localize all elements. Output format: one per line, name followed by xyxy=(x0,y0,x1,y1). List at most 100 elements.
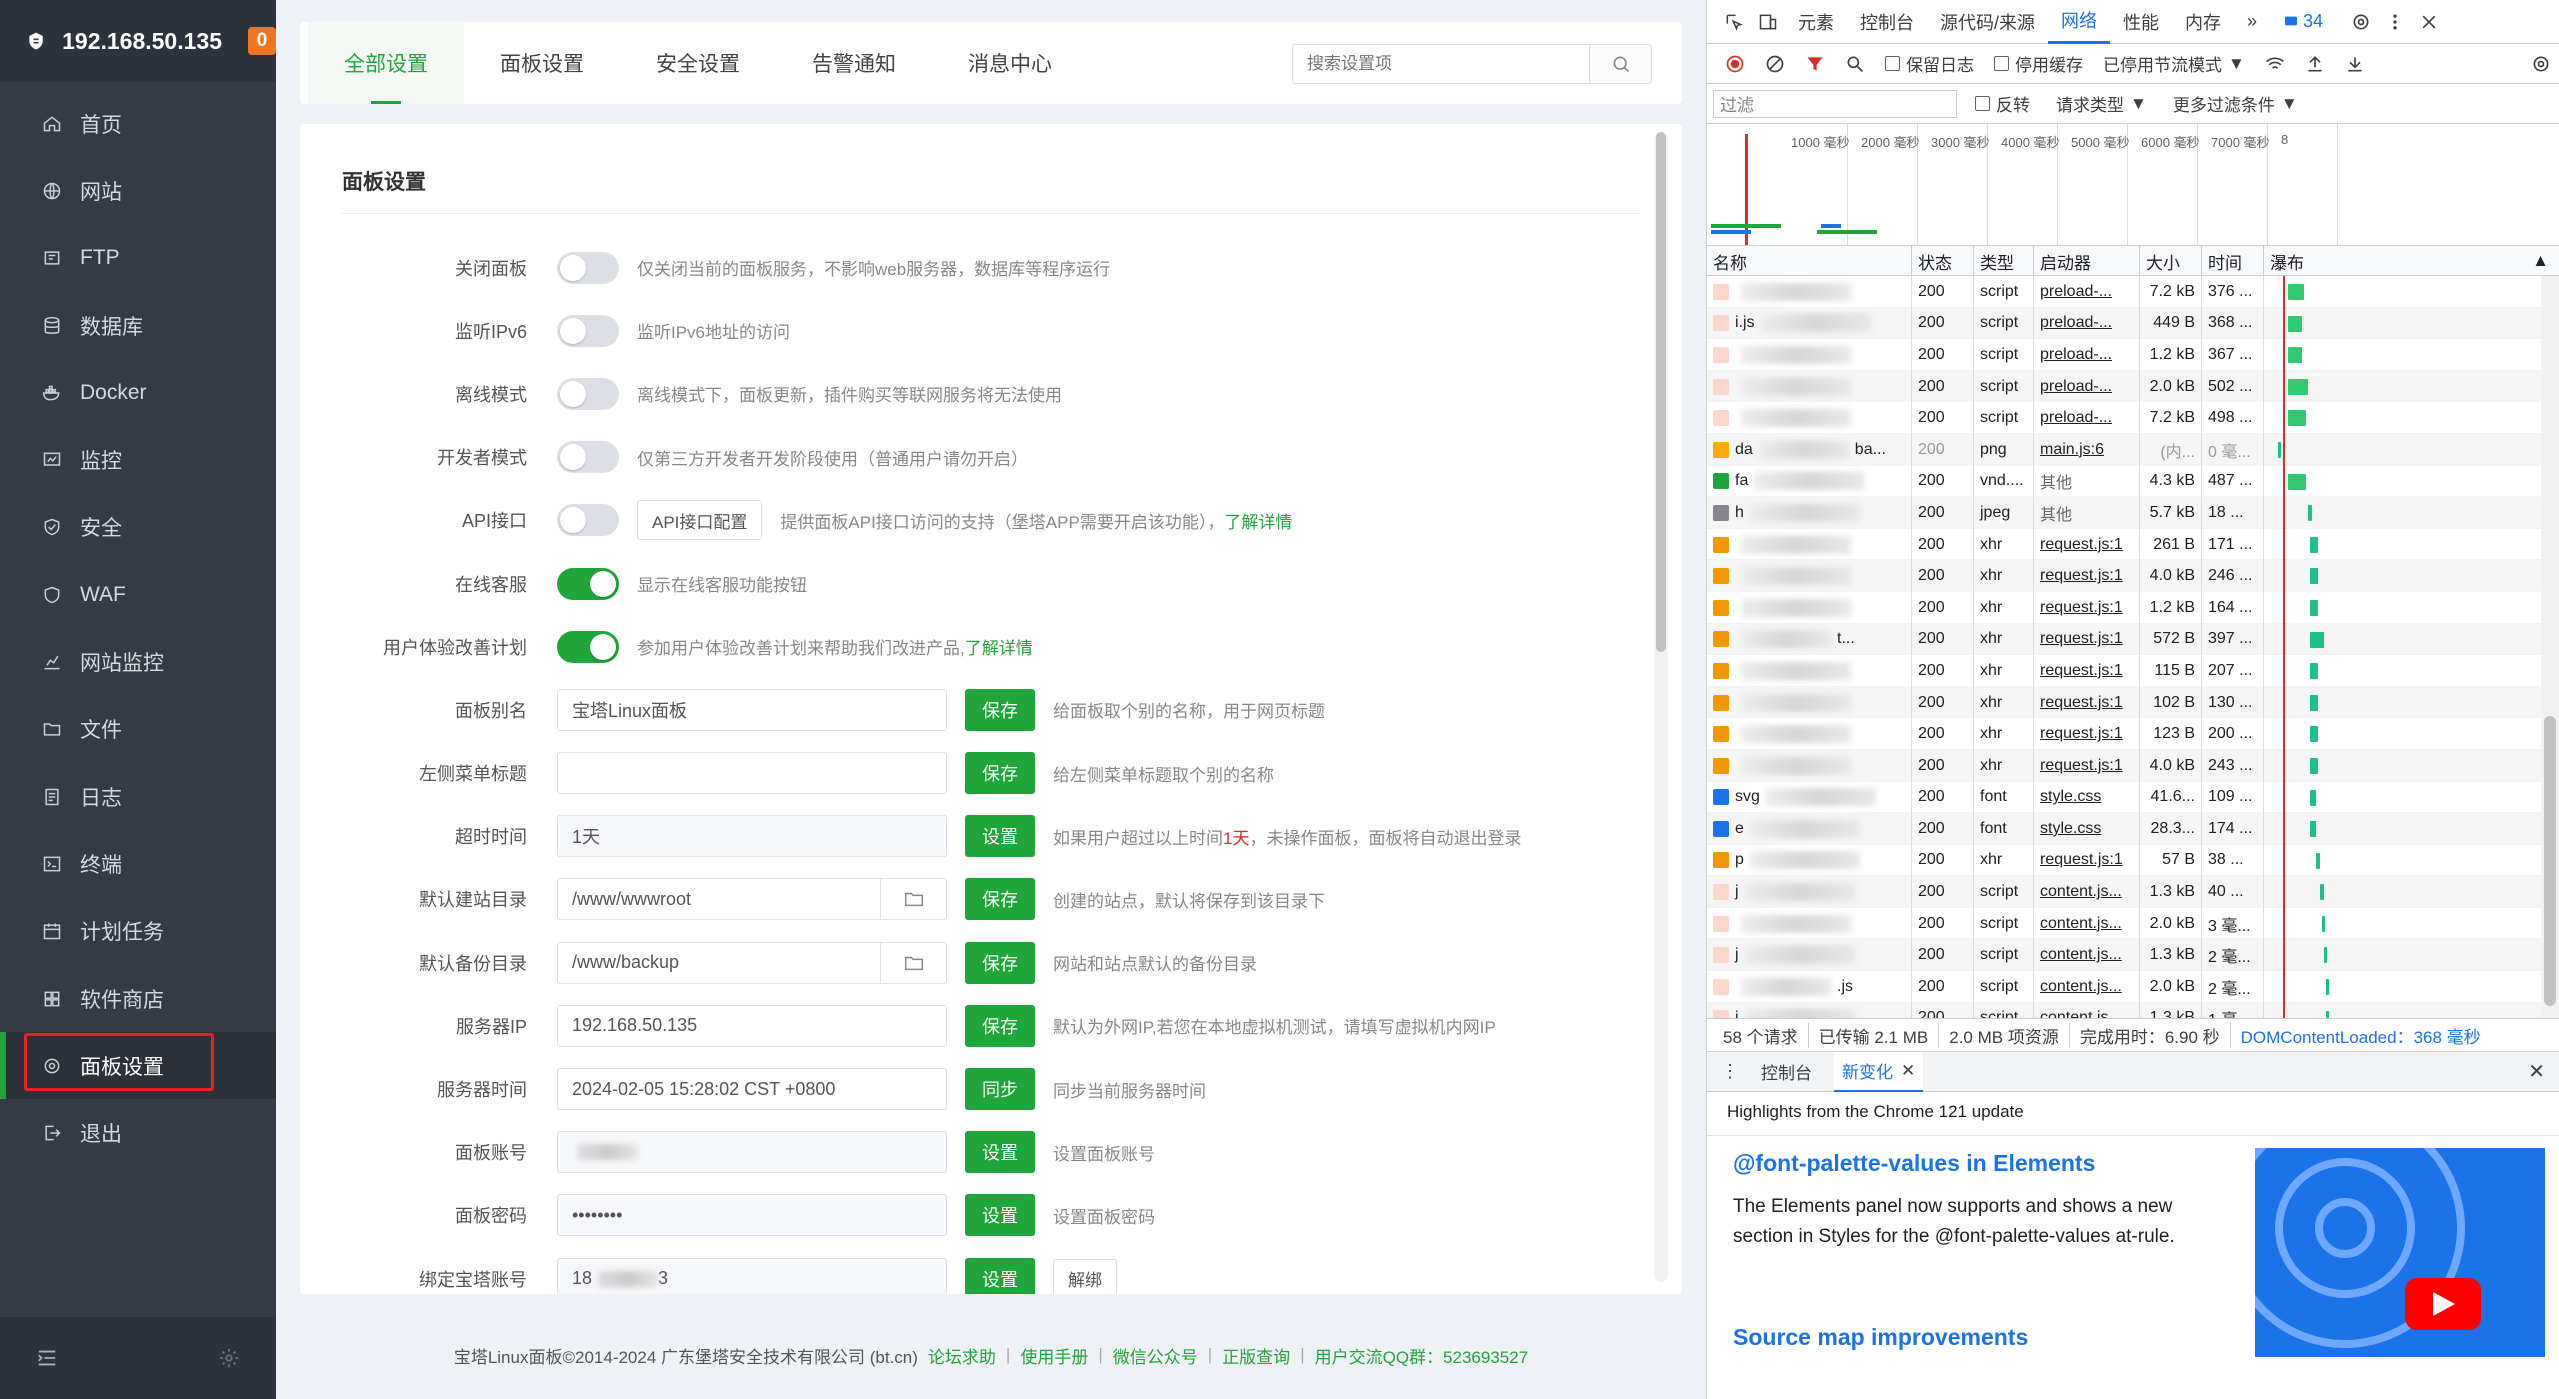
request-initiator[interactable]: request.js:1 xyxy=(2034,686,2140,719)
ipv6-toggle[interactable] xyxy=(557,314,619,347)
request-initiator[interactable]: style.css xyxy=(2034,813,2140,845)
sidebar-item-5[interactable]: 监控 xyxy=(0,426,276,493)
account-input[interactable] xyxy=(557,1131,947,1174)
online-service-toggle[interactable] xyxy=(557,567,619,600)
site-dir-input[interactable]: /www/wwwroot xyxy=(557,878,947,921)
server-time-sync-button[interactable]: 同步 xyxy=(965,1068,1035,1111)
devtools-menu-button[interactable] xyxy=(2378,0,2412,44)
sidebar-item-2[interactable]: FTP xyxy=(0,225,276,292)
drawer-close-icon[interactable]: ✕ xyxy=(2528,1059,2545,1084)
close-panel-toggle[interactable] xyxy=(557,251,619,284)
sidebar-item-13[interactable]: 软件商店 xyxy=(0,965,276,1032)
network-row[interactable]: p 200 xhr request.js:1 57 B 38 ... xyxy=(1707,844,2559,877)
request-initiator[interactable]: request.js:1 xyxy=(2034,718,2140,750)
request-initiator[interactable]: preload-... xyxy=(2034,402,2140,434)
checkbox[interactable] xyxy=(1885,56,1900,71)
network-row[interactable]: 200 xhr request.js:1 4.0 kB 246 ... xyxy=(1707,560,2559,592)
network-overview-timeline[interactable]: 1000 毫秒 2000 毫秒 3000 毫秒 4000 毫秒 5000 毫秒 6000 … xyxy=(1707,124,2559,246)
import-har-button[interactable] xyxy=(2297,44,2333,84)
record-button[interactable] xyxy=(1717,44,1753,84)
scrollbar-thumb[interactable] xyxy=(1656,132,1666,652)
throttle-select[interactable]: 已停用节流模式 ▼ xyxy=(2095,44,2253,84)
developer-mode-toggle[interactable] xyxy=(557,441,619,474)
col-initiator[interactable]: 启动器 xyxy=(2034,246,2140,276)
network-row[interactable]: da ba... 200 png main.js:6 (内... 0 毫... xyxy=(1707,433,2559,466)
tab-security-settings[interactable]: 安全设置 xyxy=(620,22,776,104)
unbind-button[interactable]: 解绑 xyxy=(1053,1258,1117,1294)
footer-link-wechat[interactable]: 微信公众号 xyxy=(1113,1343,1198,1368)
footer-link-forum[interactable]: 论坛求助 xyxy=(928,1343,996,1368)
request-initiator[interactable]: preload-... xyxy=(2034,370,2140,403)
checkbox[interactable] xyxy=(1975,96,1990,111)
inspect-element-button[interactable] xyxy=(1717,0,1751,44)
settings-search-input[interactable] xyxy=(1293,45,1589,83)
site-dir-save-button[interactable]: 保存 xyxy=(965,878,1035,921)
drawer-tab-whats-new[interactable]: 新变化 ✕ xyxy=(1834,1051,1924,1092)
request-initiator[interactable]: 其他 xyxy=(2034,497,2140,529)
disable-cache-checkbox[interactable]: 停用缓存 xyxy=(1986,44,2091,84)
sidebar-item-6[interactable]: 安全 xyxy=(0,494,276,561)
sidebar-item-9[interactable]: 文件 xyxy=(0,696,276,763)
request-initiator[interactable]: preload-... xyxy=(2034,339,2140,371)
network-row[interactable]: 200 xhr request.js:1 1.2 kB 164 ... xyxy=(1707,591,2559,624)
tab-panel-settings[interactable]: 面板设置 xyxy=(464,22,620,104)
network-row[interactable]: t... 200 xhr request.js:1 572 B 397 ... xyxy=(1707,623,2559,656)
request-initiator[interactable]: main.js:6 xyxy=(2034,433,2140,466)
password-input[interactable]: •••••••• xyxy=(557,1194,947,1237)
request-initiator[interactable]: request.js:1 xyxy=(2034,623,2140,656)
tab-console[interactable]: 控制台 xyxy=(1847,0,1927,44)
request-initiator[interactable]: style.css xyxy=(2034,781,2140,814)
search-button[interactable] xyxy=(1589,45,1651,83)
password-set-button[interactable]: 设置 xyxy=(965,1194,1035,1237)
network-row[interactable]: h 200 jpeg 其他 5.7 kB 18 ... xyxy=(1707,497,2559,529)
request-initiator[interactable]: 其他 xyxy=(2034,465,2140,498)
tab-performance[interactable]: 性能 xyxy=(2110,0,2172,44)
col-status[interactable]: 状态 xyxy=(1912,246,1974,276)
folder-picker-button[interactable] xyxy=(880,879,946,920)
request-initiator[interactable]: request.js:1 xyxy=(2034,749,2140,782)
folder-picker-button[interactable] xyxy=(880,942,946,983)
network-row[interactable]: i.js 200 script preload-... 449 B 368 ... xyxy=(1707,307,2559,340)
network-settings-button[interactable] xyxy=(2523,44,2559,84)
tab-all-settings[interactable]: 全部设置 xyxy=(308,22,464,104)
network-row[interactable]: 200 script content.js... 2.0 kB 3 毫... xyxy=(1707,907,2559,940)
menu-title-input[interactable] xyxy=(557,752,947,795)
sidebar-item-10[interactable]: 日志 xyxy=(0,763,276,830)
server-ip-input[interactable]: 192.168.50.135 xyxy=(557,1004,947,1047)
offline-mode-toggle[interactable] xyxy=(557,377,619,410)
network-row[interactable]: 200 xhr request.js:1 261 B 171 ... xyxy=(1707,528,2559,561)
request-type-select[interactable]: 请求类型 ▼ xyxy=(2048,84,2155,124)
network-row[interactable]: 200 script preload-... 1.2 kB 367 ... xyxy=(1707,339,2559,371)
collapse-menu-icon[interactable] xyxy=(36,1347,58,1369)
devtools-close-button[interactable] xyxy=(2412,0,2446,44)
panel-scrollbar[interactable] xyxy=(1654,132,1668,1282)
youtube-play-icon[interactable] xyxy=(2405,1278,2481,1330)
whats-new-video-thumbnail[interactable] xyxy=(2255,1148,2545,1357)
network-row[interactable]: j 200scriptcontent.js...1.3 kB1 毫... xyxy=(1707,1002,2559,1018)
request-initiator[interactable]: request.js:1 xyxy=(2034,528,2140,561)
ux-learn-more-link[interactable]: 了解详情 xyxy=(965,639,1033,658)
tab-network[interactable]: 网络 xyxy=(2048,0,2111,44)
clear-button[interactable] xyxy=(1757,44,1793,84)
request-initiator[interactable]: request.js:1 xyxy=(2034,591,2140,624)
request-initiator[interactable]: request.js:1 xyxy=(2034,655,2140,687)
request-initiator[interactable]: content.js... xyxy=(2034,1002,2140,1018)
issues-counter[interactable]: 34 xyxy=(2270,0,2336,44)
preserve-log-checkbox[interactable]: 保留日志 xyxy=(1877,44,1982,84)
request-initiator[interactable]: preload-... xyxy=(2034,307,2140,340)
network-row[interactable]: 200 script preload-... 7.2 kB 498 ... xyxy=(1707,402,2559,434)
account-set-button[interactable]: 设置 xyxy=(965,1131,1035,1174)
alias-save-button[interactable]: 保存 xyxy=(965,688,1035,731)
network-row[interactable]: svg 200 font style.css 41.6... 109 ... xyxy=(1707,781,2559,814)
timeout-input[interactable]: 1天 xyxy=(557,815,947,858)
tab-memory[interactable]: 内存 xyxy=(2172,0,2234,44)
request-initiator[interactable]: preload-... xyxy=(2034,276,2140,308)
tab-sources[interactable]: 源代码/来源 xyxy=(1927,0,2048,44)
network-row[interactable]: 200 script preload-... 2.0 kB 502 ... xyxy=(1707,370,2559,403)
backup-dir-input[interactable]: /www/backup xyxy=(557,941,947,984)
sidebar-item-7[interactable]: WAF xyxy=(0,561,276,628)
sidebar-item-12[interactable]: 计划任务 xyxy=(0,898,276,965)
col-type[interactable]: 类型 xyxy=(1974,246,2034,276)
sidebar-item-15[interactable]: 退出 xyxy=(0,1099,276,1166)
ux-plan-toggle[interactable] xyxy=(557,630,619,663)
